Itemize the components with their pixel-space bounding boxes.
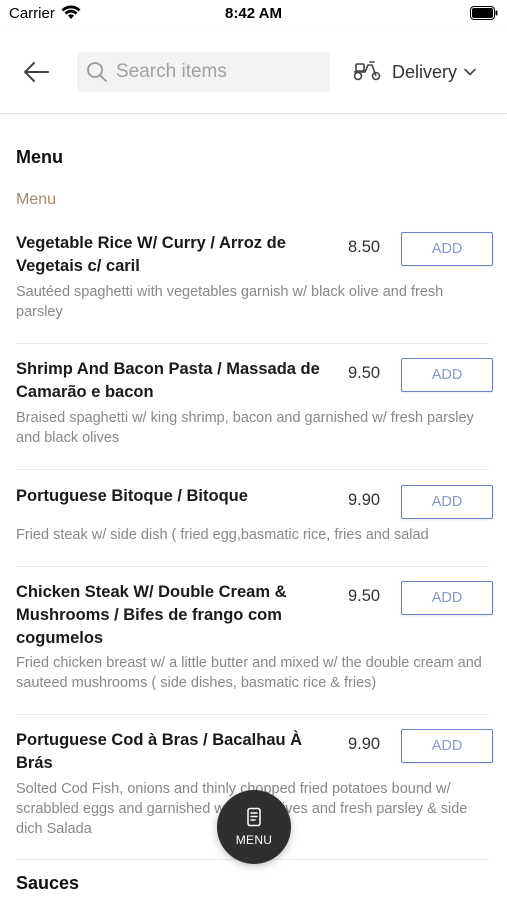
item-price: 9.90 [348,735,381,753]
sauces-section-title: Sauces [16,873,80,893]
add-button[interactable]: ADD [401,729,493,763]
divider [16,714,489,715]
menu-fab-button[interactable]: MENU [217,790,291,864]
item-name: Portuguese Bitoque / Bitoque [16,487,248,505]
add-button[interactable]: ADD [401,581,493,615]
category-label: Menu [16,191,57,208]
item-name: Chicken Steak W/ Double Cream & Mushroom… [16,583,287,647]
divider [16,566,489,567]
menu-item[interactable]: Chicken Steak W/ Double Cream & Mushroom… [16,581,493,696]
item-description: Fried chicken breast w/ a little butter … [16,655,482,691]
item-price: 9.90 [348,491,381,509]
item-name: Shrimp And Bacon Pasta / Massada de Cama… [16,360,320,401]
back-arrow-icon [24,62,49,82]
menu-content[interactable]: Menu Menu Vegetable Rice W/ Curry / Arro… [0,115,507,900]
item-price: 8.50 [348,238,381,256]
search-box[interactable] [77,52,330,92]
divider [16,343,489,344]
add-button[interactable]: ADD [401,358,493,392]
add-button[interactable]: ADD [401,485,493,519]
battery-icon [470,6,498,25]
scooter-icon [352,59,382,86]
menu-doc-icon [247,807,261,827]
item-description: Fried steak w/ side dish ( fried egg,bas… [16,527,429,543]
search-input[interactable] [116,61,316,83]
menu-item[interactable]: Portuguese Bitoque / Bitoque 9.90 ADD Fr… [16,485,493,545]
item-description: Sautéed spaghetti with vegetables garnis… [16,284,444,320]
item-name: Portuguese Cod à Bras / Bacalhau À Brás [16,731,303,772]
divider [16,469,489,470]
menu-section-title: Menu [16,147,63,167]
item-price: 9.50 [348,364,381,382]
back-button[interactable] [18,56,54,88]
top-bar: Delivery [0,28,507,114]
item-price: 9.50 [348,587,381,605]
search-icon [86,61,108,83]
item-description: Braised spaghetti w/ king shrimp, bacon … [16,410,474,446]
status-bar: Carrier 8:42 AM [0,0,507,28]
menu-fab-label: MENU [235,833,273,847]
add-button[interactable]: ADD [401,232,493,266]
item-name: Vegetable Rice W/ Curry / Arroz de Veget… [16,234,286,275]
menu-item[interactable]: Vegetable Rice W/ Curry / Arroz de Veget… [16,232,493,322]
delivery-label: Delivery [392,61,458,82]
status-time: 8:42 AM [225,5,282,22]
menu-item[interactable]: Shrimp And Bacon Pasta / Massada de Cama… [16,358,493,448]
delivery-selector[interactable]: Delivery [352,58,476,86]
chevron-down-icon [464,68,476,76]
